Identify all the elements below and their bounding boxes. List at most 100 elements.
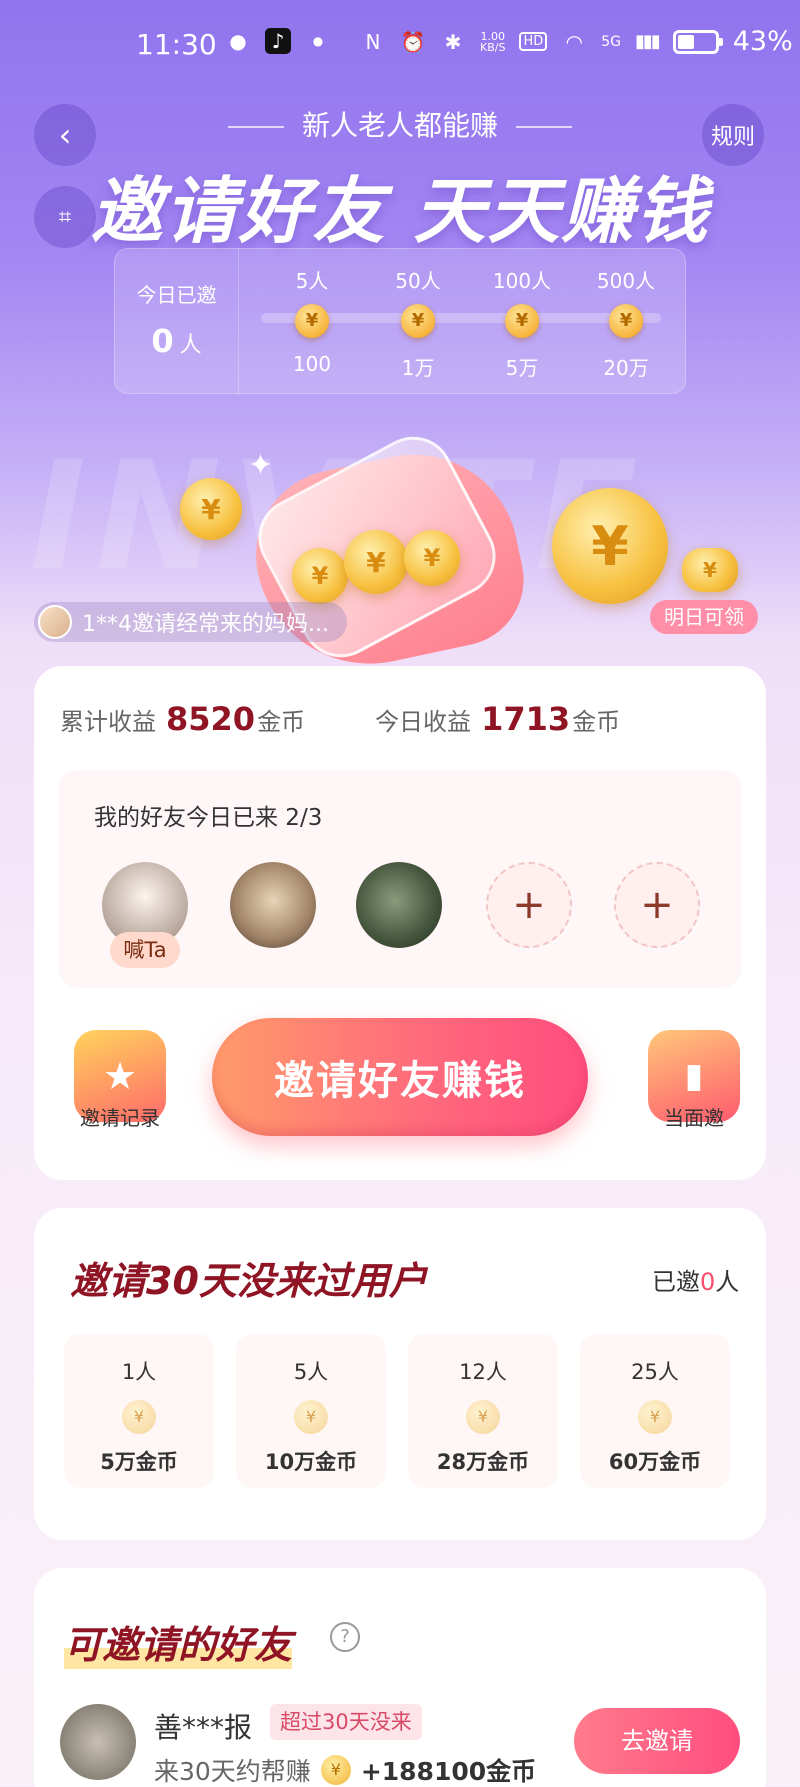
today-earnings-label: 今日收益: [375, 708, 472, 736]
dot-icon: ●: [312, 34, 324, 48]
invite-ticker: 1**4邀请经常来的妈妈...: [34, 602, 347, 642]
milestone-people: 50人: [395, 269, 441, 293]
nfc-icon: N: [365, 29, 381, 54]
tier-reward: 5万金币: [100, 1450, 178, 1474]
sparkle-icon: ✦: [248, 448, 274, 483]
bluetooth-icon: ✱: [444, 29, 462, 54]
coin-icon: ¥: [505, 304, 539, 338]
alarm-icon: ⏰: [400, 29, 426, 54]
today-earnings-unit: 金币: [572, 708, 621, 736]
inactive-tag: 超过30天没来: [270, 1704, 422, 1740]
today-invited-number: 0: [151, 322, 174, 360]
total-earnings-value: 8520: [166, 700, 256, 738]
jar-coin-icon: ¥: [344, 530, 408, 594]
friend-avatar[interactable]: [356, 862, 442, 948]
tier-reward: 10万金币: [264, 1450, 358, 1474]
reward-tier-1[interactable]: 1人 ¥ 5万金币: [64, 1334, 214, 1488]
reward-tier-3[interactable]: 12人 ¥ 28万金币: [408, 1334, 558, 1488]
coin-icon: ¥: [320, 1755, 351, 1785]
signal-icon: 5G: [601, 33, 622, 50]
total-earnings-unit: 金币: [257, 708, 306, 736]
plus-icon: +: [640, 882, 674, 928]
reward-tier-2[interactable]: 5人 ¥ 10万金币: [236, 1334, 386, 1488]
invited-value: 0: [700, 1268, 716, 1296]
user-reward-desc: 来30天约帮赚: [154, 1757, 311, 1786]
shout-button[interactable]: 喊Ta: [110, 932, 180, 968]
jar-coin-icon: ¥: [292, 548, 348, 604]
invitable-section-title: 可邀请的好友: [64, 1614, 293, 1669]
coin-icon: ¥: [638, 1400, 672, 1434]
tier-people: 5人: [293, 1360, 329, 1384]
today-invited-value: 0人: [115, 322, 238, 360]
user-avatar[interactable]: [60, 1704, 136, 1780]
tier-people: 1人: [121, 1360, 157, 1384]
invite-progress-panel: 今日已邀 0人 5人 ¥ 100 50人 ¥ 1万 100人 ¥ 5万 500人…: [114, 248, 686, 395]
milestone-people: 100人: [492, 269, 552, 293]
tomorrow-badge[interactable]: 明日可领: [650, 600, 758, 634]
user-name: 善***报: [154, 1711, 253, 1744]
plus-icon: +: [512, 882, 546, 928]
coin-icon: ¥: [295, 304, 329, 338]
milestone-reward: 1万: [401, 356, 435, 380]
status-right-icons: N ⏰ ✱ 1.00 KB/S HD ◠ 5G ▮▮▮ 43%: [360, 26, 793, 57]
assistant-icon: ●: [229, 29, 247, 53]
coin-icon: ¥: [401, 304, 435, 338]
tier-people: 25人: [631, 1360, 679, 1384]
milestone-4[interactable]: 500人 ¥ 20万: [581, 265, 671, 381]
milestone-1[interactable]: 5人 ¥ 100: [267, 265, 357, 376]
coin-icon: ¥: [609, 304, 643, 338]
user-reward-amount: +188100金币: [360, 1757, 537, 1786]
total-earnings-label: 累计收益: [60, 708, 156, 736]
milestone-people: 500人: [596, 269, 656, 293]
tier-reward: 60万金币: [608, 1450, 702, 1474]
status-time: 11:30: [136, 28, 217, 61]
invite-friends-button[interactable]: 邀请好友赚钱: [212, 1018, 588, 1136]
today-earnings: 今日收益 1713金币: [375, 700, 620, 738]
hd-badge: HD: [519, 32, 548, 51]
page-subtitle: 新人老人都能赚: [0, 104, 800, 144]
friend-avatar[interactable]: [230, 862, 316, 948]
milestone-2[interactable]: 50人 ¥ 1万: [373, 265, 463, 381]
face-invite-button[interactable]: ▮ 当面邀: [634, 1030, 754, 1131]
milestone-3[interactable]: 100人 ¥ 5万: [477, 265, 567, 381]
today-invited-box: 今日已邀 0人: [115, 249, 239, 395]
question-icon[interactable]: ?: [330, 1622, 360, 1652]
subtitle-text: 新人老人都能赚: [301, 109, 498, 142]
status-left-icons: ● ♪ ●: [225, 28, 331, 54]
total-earnings: 累计收益 8520金币: [60, 700, 305, 738]
add-friend-slot[interactable]: +: [614, 862, 700, 948]
coin-icon: ¥: [294, 1400, 328, 1434]
large-coin-icon: ¥: [552, 488, 668, 604]
wifi-icon: ◠: [565, 29, 583, 54]
invite-record-button[interactable]: ★ 邀请记录: [60, 1030, 180, 1131]
milestone-reward: 5万: [505, 356, 539, 380]
coin-stack-icon: ¥: [682, 548, 738, 592]
coin-icon: ¥: [466, 1400, 500, 1434]
friends-title: 我的好友今日已来 2/3: [94, 805, 323, 831]
milestone-people: 5人: [295, 269, 329, 293]
today-invited-label: 今日已邀: [136, 283, 217, 307]
today-invited-unit: 人: [179, 333, 202, 358]
add-friend-slot[interactable]: +: [486, 862, 572, 948]
tier-people: 12人: [459, 1360, 507, 1384]
ticker-text: 1**4邀请经常来的妈妈...: [82, 612, 329, 637]
today-earnings-value: 1713: [481, 700, 571, 738]
reward-tier-4[interactable]: 25人 ¥ 60万金币: [580, 1334, 730, 1488]
page-title: 邀请好友 天天赚钱: [90, 169, 710, 253]
coin-icon: ¥: [122, 1400, 156, 1434]
invited-prefix: 已邀: [652, 1268, 700, 1296]
earnings-row: 累计收益 8520金币 今日收益 1713金币: [60, 700, 620, 738]
go-invite-button[interactable]: 去邀请: [574, 1708, 740, 1774]
user-reward-line: 来30天约帮赚 ¥ +188100金币: [154, 1752, 536, 1787]
jar-coin-icon: ¥: [404, 530, 460, 586]
ticker-avatar: [38, 605, 72, 639]
battery-icon: [672, 29, 723, 54]
milestone-reward: 100: [292, 352, 332, 376]
tier-reward: 28万金币: [436, 1450, 530, 1474]
net-speed: 1.00 KB/S: [480, 29, 506, 54]
invited-suffix: 人: [715, 1268, 740, 1296]
inactive-section-title: 邀请30天没来过用户: [70, 1259, 427, 1303]
milestone-reward: 20万: [603, 356, 649, 380]
face-invite-label: 当面邀: [664, 1106, 724, 1130]
status-bar: 11:30 ● ♪ ● N ⏰ ✱ 1.00 KB/S HD ◠ 5G ▮▮▮ …: [0, 0, 800, 90]
